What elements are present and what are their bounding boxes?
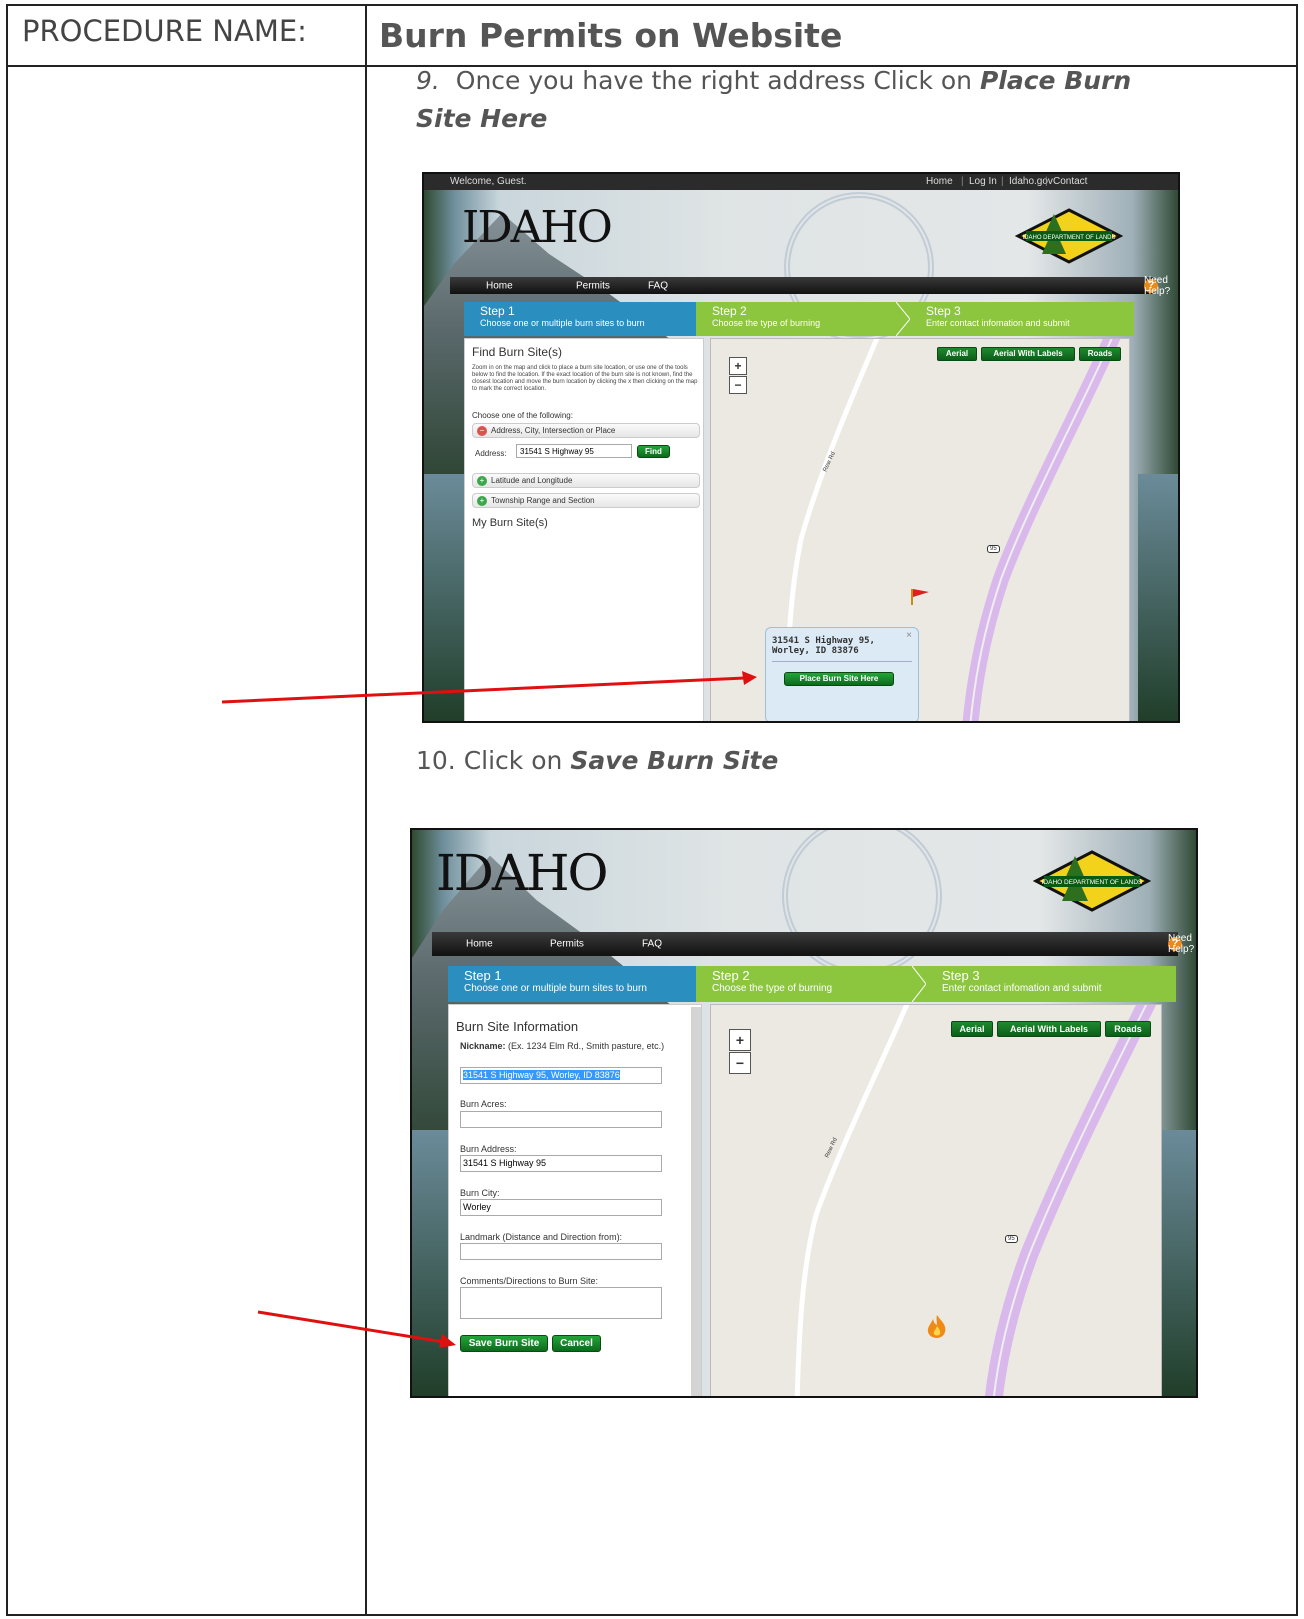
fire-icon[interactable] (925, 1313, 949, 1339)
step-3-tab[interactable]: Step 3 Enter contact infomation and subm… (926, 966, 1176, 1002)
place-burn-site-button[interactable]: Place Burn Site Here (784, 672, 894, 686)
lake-left-image (412, 1130, 452, 1396)
accordion-township[interactable]: + Township Range and Section (472, 493, 700, 508)
plus-icon: + (477, 495, 487, 506)
top-link-contact[interactable]: Contact (1053, 176, 1087, 187)
burn-acres-label: Burn Acres: (460, 1099, 507, 1109)
highway-95-shield: 95 (987, 545, 1000, 553)
idaho-logo[interactable]: IDAHO (462, 202, 613, 253)
burn-city-input[interactable]: Worley (460, 1199, 662, 1216)
main-nav: Home Permits FAQ ? Need Help? (432, 932, 1194, 956)
step-1-tab[interactable]: Step 1 Choose one or multiple burn sites… (448, 966, 710, 1002)
map-view[interactable]: Rew Rd 95 + − Aerial Aerial With Labels … (710, 338, 1130, 721)
flag-marker-icon[interactable] (909, 587, 933, 607)
wizard-steps: Step 1 Choose one or multiple burn sites… (448, 966, 1176, 1002)
wizard-steps: Step 1 Choose one or multiple burn sites… (464, 302, 1134, 336)
zoom-in-button[interactable]: + (729, 1029, 751, 1051)
popup-close-icon[interactable]: × (906, 630, 912, 641)
burn-acres-input[interactable] (460, 1111, 662, 1128)
aerial-labels-button[interactable]: Aerial With Labels (997, 1021, 1101, 1037)
nickname-label: Nickname: (Ex. 1234 Elm Rd., Smith pastu… (460, 1041, 665, 1051)
step-10-instruction: 10. Click on (416, 746, 571, 775)
idl-logo-icon[interactable]: IDAHO DEPARTMENT OF LANDS (1014, 206, 1124, 266)
save-burn-site-button[interactable]: Save Burn Site (460, 1335, 548, 1352)
plus-icon: + (477, 475, 487, 486)
step-10-text: 10. Click on Save Burn Site (416, 742, 1176, 780)
lake-right-image (1156, 1130, 1196, 1396)
panel-title: Burn Site Information (456, 1019, 579, 1034)
step-9-number: 9. (416, 66, 440, 95)
nav-home[interactable]: Home (466, 939, 493, 950)
aerial-labels-button[interactable]: Aerial With Labels (981, 347, 1075, 361)
minus-icon: − (477, 425, 487, 436)
landmark-input[interactable] (460, 1243, 662, 1260)
screenshot-burn-site-info: IDAHO IDAHO DEPARTMENT OF LANDS Home Per… (410, 828, 1198, 1398)
panel-scrollbar[interactable] (691, 1007, 701, 1396)
main-nav: Home Permits FAQ ? Need Help? (450, 275, 1170, 297)
burn-city-label: Burn City: (460, 1188, 500, 1198)
choose-label: Choose one of the following: (472, 411, 573, 420)
address-label: Address: (475, 449, 507, 458)
idl-logo-text: IDAHO DEPARTMENT OF LANDS (1022, 235, 1115, 241)
top-bar: Welcome, Guest. Home | Log In | Idaho.go… (424, 174, 1178, 190)
zoom-out-button[interactable]: − (729, 1052, 751, 1074)
address-popup: 31541 S Highway 95, Worley, ID 83876 × P… (765, 627, 919, 721)
popup-address-line-2: Worley, ID 83876 (772, 646, 859, 656)
highway-95-shield: 95 (1005, 1235, 1018, 1243)
step-1-tab[interactable]: Step 1 Choose one or multiple burn sites… (464, 302, 710, 336)
step-10-bold: Save Burn Site (570, 746, 779, 775)
procedure-name-label: PROCEDURE NAME: (8, 6, 367, 67)
map-roads (794, 1005, 1157, 1396)
nav-permits[interactable]: Permits (576, 280, 610, 291)
red-arrow-2 (257, 1310, 456, 1348)
step-9-text: 9. Once you have the right address Click… (416, 62, 1176, 138)
screenshot-find-burn-site: Welcome, Guest. Home | Log In | Idaho.go… (422, 172, 1180, 723)
instructions-text: Zoom in on the map and click to place a … (472, 365, 698, 392)
comments-label: Comments/Directions to Burn Site: (460, 1276, 599, 1286)
nav-permits[interactable]: Permits (550, 939, 584, 950)
idaho-logo[interactable]: IDAHO (436, 844, 609, 902)
left-column (8, 67, 367, 1614)
map-view[interactable]: Rew Rd 95 + − Aerial Aerial With Labels … (710, 1004, 1162, 1396)
my-burn-sites-title: My Burn Site(s) (472, 517, 548, 529)
idl-logo-text: IDAHO DEPARTMENT OF LANDS (1042, 879, 1143, 886)
idl-logo-icon[interactable]: IDAHO DEPARTMENT OF LANDS (1032, 848, 1152, 914)
burn-site-info-panel: Burn Site Information Nickname: (Ex. 123… (448, 1004, 702, 1396)
find-button[interactable]: Find (637, 445, 670, 458)
lake-right-image (1138, 474, 1178, 721)
find-burn-site-panel: Find Burn Site(s) Zoom in on the map and… (464, 338, 704, 721)
address-input[interactable]: 31541 S Highway 95 (516, 444, 632, 458)
cancel-button[interactable]: Cancel (552, 1335, 601, 1352)
step-3-tab[interactable]: Step 3 Enter contact infomation and subm… (910, 302, 1134, 336)
top-link-login[interactable]: Log In (969, 176, 997, 187)
nav-faq[interactable]: FAQ (648, 280, 668, 291)
roads-button[interactable]: Roads (1105, 1021, 1151, 1037)
burn-address-input[interactable]: 31541 S Highway 95 (460, 1155, 662, 1172)
procedure-title: Burn Permits on Website (367, 6, 1298, 67)
aerial-button[interactable]: Aerial (937, 347, 977, 361)
step-2-tab[interactable]: Step 2 Choose the type of burning (696, 966, 927, 1002)
burn-address-label: Burn Address: (460, 1144, 517, 1154)
nickname-input[interactable]: 31541 S Highway 95, Worley, ID 83876 (460, 1067, 662, 1084)
nav-faq[interactable]: FAQ (642, 939, 662, 950)
top-link-home[interactable]: Home (926, 176, 953, 187)
nav-home[interactable]: Home (486, 280, 513, 291)
landmark-label: Landmark (Distance and Direction from): (460, 1232, 623, 1242)
popup-address-line-1: 31541 S Highway 95, (772, 636, 875, 646)
panel-title: Find Burn Site(s) (472, 345, 563, 359)
step-2-tab[interactable]: Step 2 Choose the type of burning (696, 302, 911, 336)
welcome-text: Welcome, Guest. (450, 176, 527, 187)
accordion-address[interactable]: − Address, City, Intersection or Place (472, 423, 700, 438)
comments-textarea[interactable] (460, 1287, 662, 1319)
zoom-out-button[interactable]: − (729, 376, 747, 394)
zoom-in-button[interactable]: + (729, 357, 747, 375)
roads-button[interactable]: Roads (1079, 347, 1121, 361)
red-arrow-1 (221, 671, 757, 704)
step-9-instruction: Once you have the right address Click on (455, 66, 980, 95)
aerial-button[interactable]: Aerial (951, 1021, 993, 1037)
accordion-latlong[interactable]: + Latitude and Longitude (472, 473, 700, 488)
